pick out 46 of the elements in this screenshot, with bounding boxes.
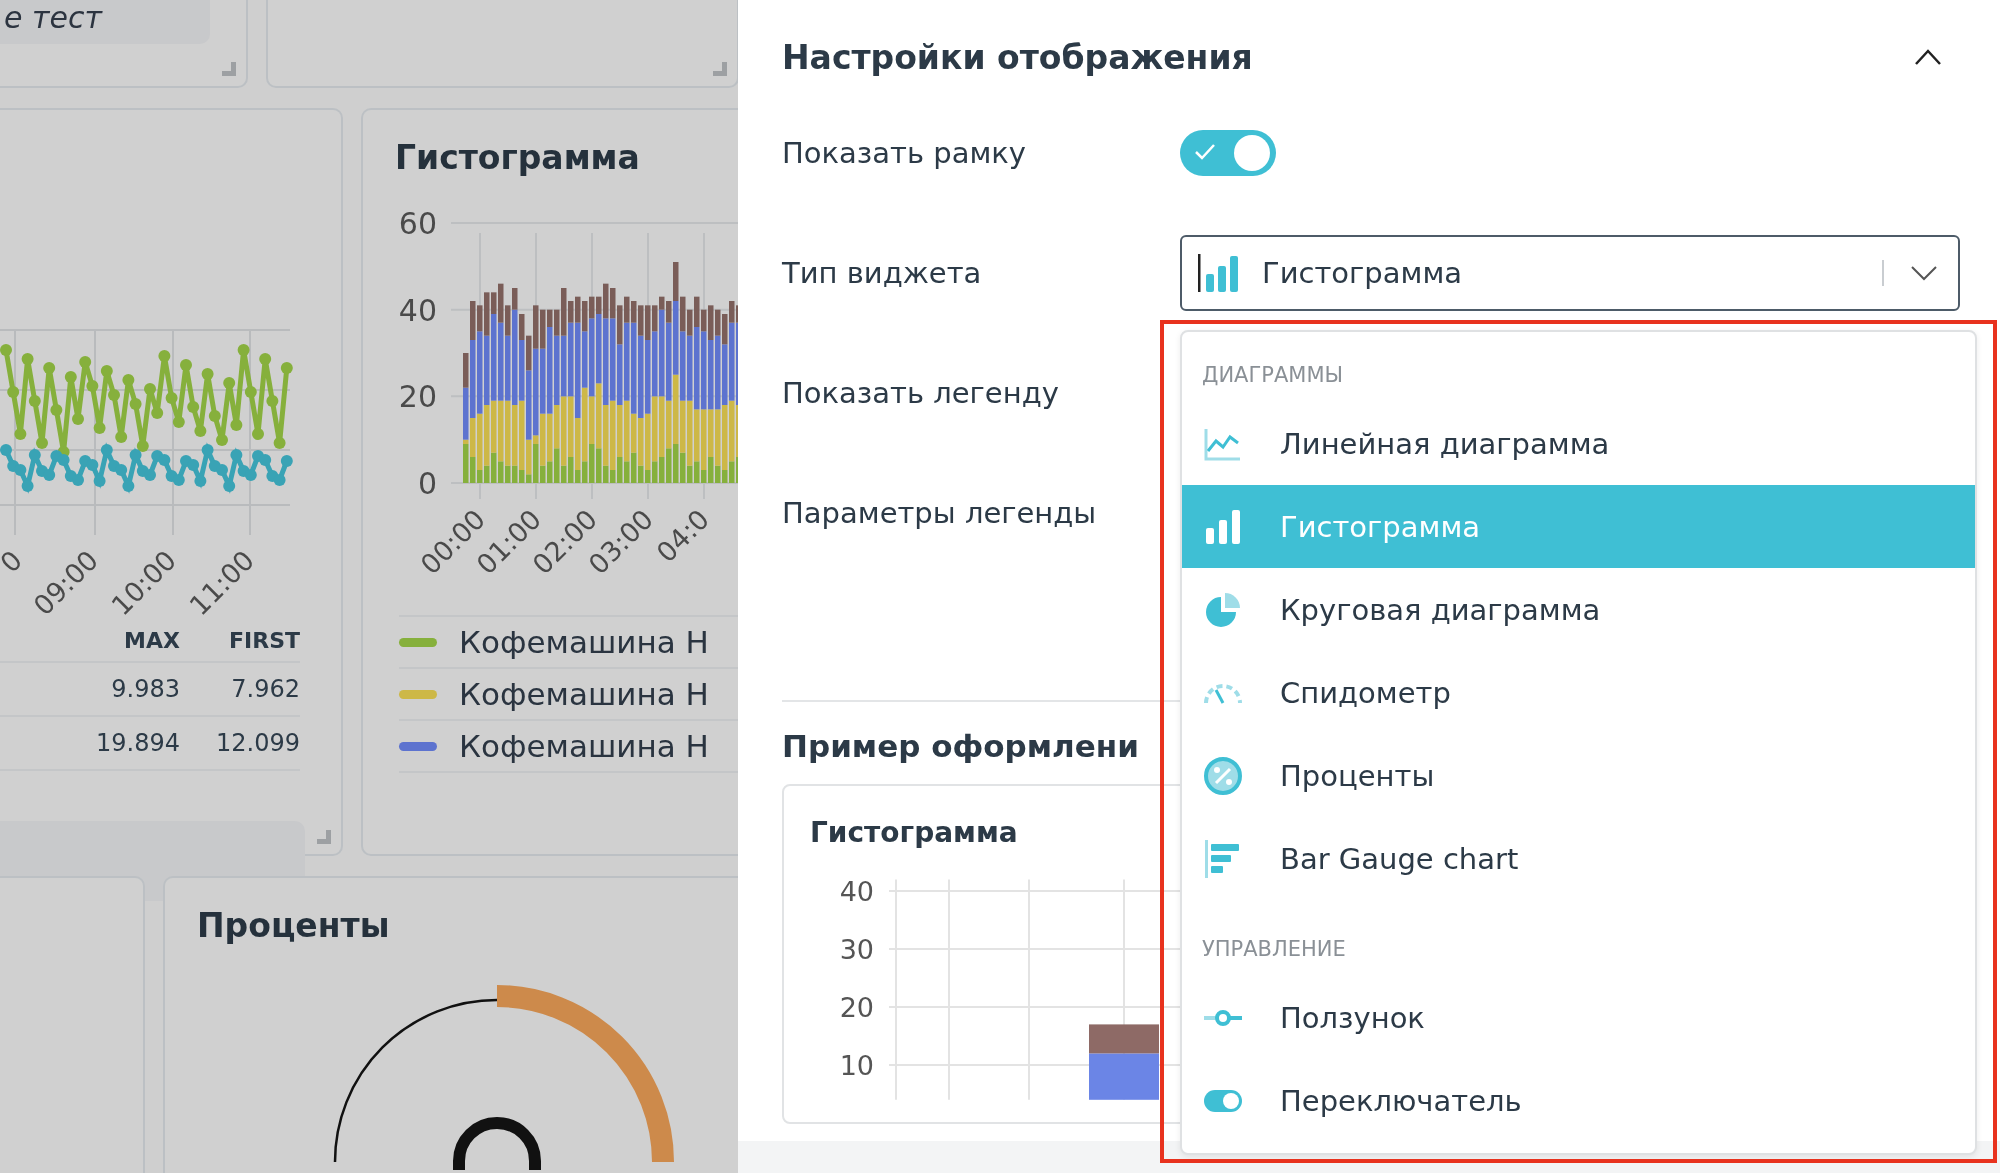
table-cell: 19.894: [0, 717, 180, 771]
toggle-switch[interactable]: [1180, 130, 1276, 176]
percent-icon: [1202, 754, 1244, 797]
menu-group-title: УПРАВЛЕНИЕ: [1201, 936, 1347, 963]
menu-item[interactable]: Линейная диаграмма: [1182, 402, 1975, 485]
legend-label[interactable]: Кофемашина Н: [459, 676, 709, 712]
resize-handle-icon[interactable]: [222, 62, 236, 76]
table-cell: 7.962: [180, 663, 300, 717]
widget-title: Гистограмма: [810, 816, 1019, 849]
collapse-chevron-icon[interactable]: [1914, 48, 1942, 66]
setting-label: Тип виджета: [782, 256, 983, 290]
menu-item[interactable]: Bar Gauge chart: [1182, 817, 1975, 900]
check-icon: [1194, 143, 1216, 161]
menu-item[interactable]: Проценты: [1182, 734, 1975, 817]
column-header: MAX: [0, 620, 180, 663]
axis-tick-label: 30: [839, 934, 874, 965]
menu-group-title: ДИАГРАММЫ: [1201, 362, 1345, 389]
switch-icon: [1202, 1089, 1244, 1112]
axis-tick-label: 0: [417, 466, 437, 501]
widget-title: Гистограмма: [395, 138, 641, 177]
table-cell: 12.099: [180, 717, 300, 771]
widget-type-select[interactable]: Гистограмма: [1180, 235, 1960, 311]
section-title: Пример оформлени: [782, 728, 1140, 764]
chevron-down-icon[interactable]: [1910, 265, 1938, 281]
setting-label: Показать рамку: [782, 136, 1027, 170]
setting-label: Параметры легенды: [782, 496, 1098, 530]
axis-tick-label: 60: [398, 206, 437, 241]
menu-item[interactable]: Круговая диаграмма: [1182, 568, 1975, 651]
column-header: FIRST: [180, 620, 300, 663]
resize-handle-icon[interactable]: [713, 62, 727, 76]
axis-tick-label: 10: [839, 1050, 874, 1081]
menu-item[interactable]: Переключатель: [1182, 1059, 1975, 1142]
legend-label[interactable]: Кофемашина Н: [459, 624, 709, 660]
axis-tick-label: 20: [839, 992, 874, 1023]
axis-tick-label: 40: [398, 292, 437, 328]
setting-label: Показать легенду: [782, 376, 1060, 410]
section-title: Настройки отображения: [782, 37, 1253, 77]
axis-tick-label: 40: [839, 876, 874, 907]
resize-handle-icon[interactable]: [317, 830, 331, 844]
legend-label[interactable]: Кофемашина Н: [459, 728, 709, 764]
table-cell: 9.983: [0, 663, 180, 717]
axis-tick-label: 20: [398, 379, 437, 415]
menu-item[interactable]: Ползунок: [1182, 976, 1975, 1059]
widget-title: Проценты: [197, 906, 391, 945]
menu-item[interactable]: Спидометр: [1182, 651, 1975, 734]
note-text: е тест: [0, 0, 210, 44]
